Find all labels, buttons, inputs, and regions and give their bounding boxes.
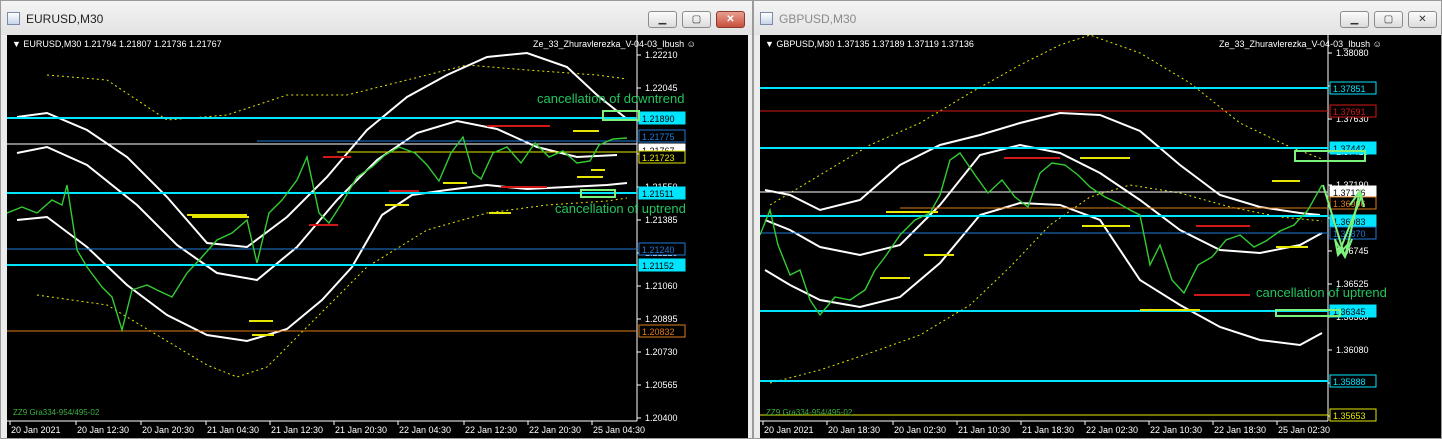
chart-info-line: ▼ GBPUSD,M30 1.37135 1.37189 1.37119 1.3…: [765, 39, 974, 49]
price-tick-label: 1.21060: [645, 281, 678, 291]
price-tick-label: 1.20730: [645, 347, 678, 357]
level-price-label: 1.37442: [1333, 144, 1366, 154]
chart-ohlc: 1.37135 1.37189 1.37119 1.37136: [836, 39, 974, 49]
level-price-label: 1.21890: [642, 114, 675, 124]
level-price-label: 1.21775: [642, 132, 675, 142]
annotation-text: cancellation of uptrend: [555, 201, 686, 216]
time-tick-label: 20 Jan 2021: [764, 425, 814, 435]
chart-window-eurusd[interactable]: EURUSD,M30 ▁ ▢ ✕ 1.222101.220451.218801.…: [0, 0, 753, 439]
price-tick-label: 1.22210: [645, 50, 678, 60]
minimize-button[interactable]: ▁: [648, 11, 677, 28]
time-tick-label: 20 Jan 02:30: [894, 425, 946, 435]
level-price-label: 1.21240: [642, 245, 675, 255]
time-tick-label: 21 Jan 10:30: [958, 425, 1010, 435]
band-lower: [764, 201, 1323, 347]
dropdown-arrow-icon[interactable]: ▼: [12, 39, 23, 49]
time-tick-label: 22 Jan 04:30: [399, 425, 451, 435]
close-button[interactable]: ✕: [1408, 11, 1437, 28]
time-tick-label: 21 Jan 04:30: [207, 425, 259, 435]
level-price-label: 1.21511: [642, 189, 674, 199]
time-tick-label: 25 Jan 02:30: [1278, 425, 1330, 435]
chart-window-icon: [760, 12, 773, 25]
window-title: EURUSD,M30: [26, 12, 104, 26]
chart-canvas: 1.222101.220451.218801.217151.215501.213…: [7, 35, 686, 435]
annotation-text: cancellation of uptrend: [1256, 285, 1387, 300]
indicator-footer-label: ZZ9 Gra334-954/495-02: [13, 408, 100, 417]
time-tick-label: 21 Jan 18:30: [1022, 425, 1074, 435]
band-lower: [16, 182, 628, 343]
chart-window-icon: [7, 12, 20, 25]
chart-window-gbpusd[interactable]: GBPUSD,M30 ▁ ▢ ✕ 1.380801.378551.376301.…: [753, 0, 1442, 439]
time-tick-label: 21 Jan 12:30: [271, 425, 323, 435]
indicator-label: Ze_33_Zhuravlerezka_V-04-03_Ibush ☺: [533, 39, 696, 49]
level-price-label: 1.21723: [642, 153, 675, 163]
level-price-label: 1.37691: [1333, 107, 1366, 117]
price-tick-label: 1.36080: [1336, 345, 1369, 355]
smiley-icon: ☺: [1372, 39, 1382, 49]
smiley-icon: ☺: [686, 39, 696, 49]
chart-info-line: ▼ EURUSD,M30 1.21794 1.21807 1.21736 1.2…: [12, 39, 222, 49]
price-chart[interactable]: 1.222101.220451.218801.217151.215501.213…: [7, 35, 748, 438]
time-tick-label: 21 Jan 20:30: [335, 425, 387, 435]
maximize-button[interactable]: ▢: [682, 11, 711, 28]
price-chart[interactable]: 1.380801.378551.376301.374101.371901.369…: [760, 35, 1441, 438]
level-price-label: 1.20832: [642, 327, 675, 337]
outer-band-upper: [769, 35, 1323, 206]
time-tick-label: 20 Jan 2021: [11, 425, 61, 435]
level-price-label: 1.35888: [1333, 377, 1366, 387]
window-title: GBPUSD,M30: [779, 12, 857, 26]
time-tick-label: 22 Jan 20:30: [529, 425, 581, 435]
indicator-footer-label: ZZ9 Gra334-954/495-02: [766, 408, 853, 417]
time-tick-label: 22 Jan 10:30: [1150, 425, 1202, 435]
level-price-label: 1.21152: [642, 261, 674, 271]
indicator-label: Ze_33_Zhuravlerezka_V-04-03_Ibush ☺: [1219, 39, 1382, 49]
chart-ohlc: 1.21794 1.21807 1.21736 1.21767: [83, 39, 222, 49]
annotation-text: cancellation of downtrend: [537, 91, 684, 106]
window-titlebar[interactable]: GBPUSD,M30 ▁ ▢ ✕: [754, 1, 1441, 35]
chart-symbol: EURUSD,M30: [23, 39, 82, 49]
price-tick-label: 1.20895: [645, 314, 678, 324]
window-titlebar[interactable]: EURUSD,M30 ▁ ▢ ✕: [1, 1, 752, 35]
minimize-button[interactable]: ▁: [1340, 11, 1369, 28]
time-tick-label: 25 Jan 04:30: [593, 425, 645, 435]
maximize-button[interactable]: ▢: [1374, 11, 1403, 28]
price-tick-label: 1.20565: [645, 380, 678, 390]
price-tick-label: 1.38080: [1336, 48, 1369, 58]
close-button[interactable]: ✕: [716, 11, 745, 28]
time-tick-label: 20 Jan 18:30: [828, 425, 880, 435]
outer-band-lower: [769, 184, 1323, 384]
chart-canvas: 1.380801.378551.376301.374101.371901.369…: [760, 35, 1387, 435]
price-tick-label: 1.21385: [645, 215, 678, 225]
time-tick-label: 22 Jan 02:30: [1086, 425, 1138, 435]
dropdown-arrow-icon[interactable]: ▼: [765, 39, 776, 49]
time-tick-label: 22 Jan 12:30: [465, 425, 517, 435]
time-tick-label: 20 Jan 12:30: [77, 425, 129, 435]
level-price-label: 1.37851: [1333, 84, 1366, 94]
level-price-label: 1.35653: [1333, 411, 1366, 421]
price-tick-label: 1.20400: [645, 413, 678, 423]
chart-symbol: GBPUSD,M30: [776, 39, 835, 49]
time-tick-label: 20 Jan 20:30: [142, 425, 194, 435]
time-tick-label: 22 Jan 18:30: [1214, 425, 1266, 435]
band-upper: [764, 111, 1321, 216]
price-line: [7, 135, 628, 333]
